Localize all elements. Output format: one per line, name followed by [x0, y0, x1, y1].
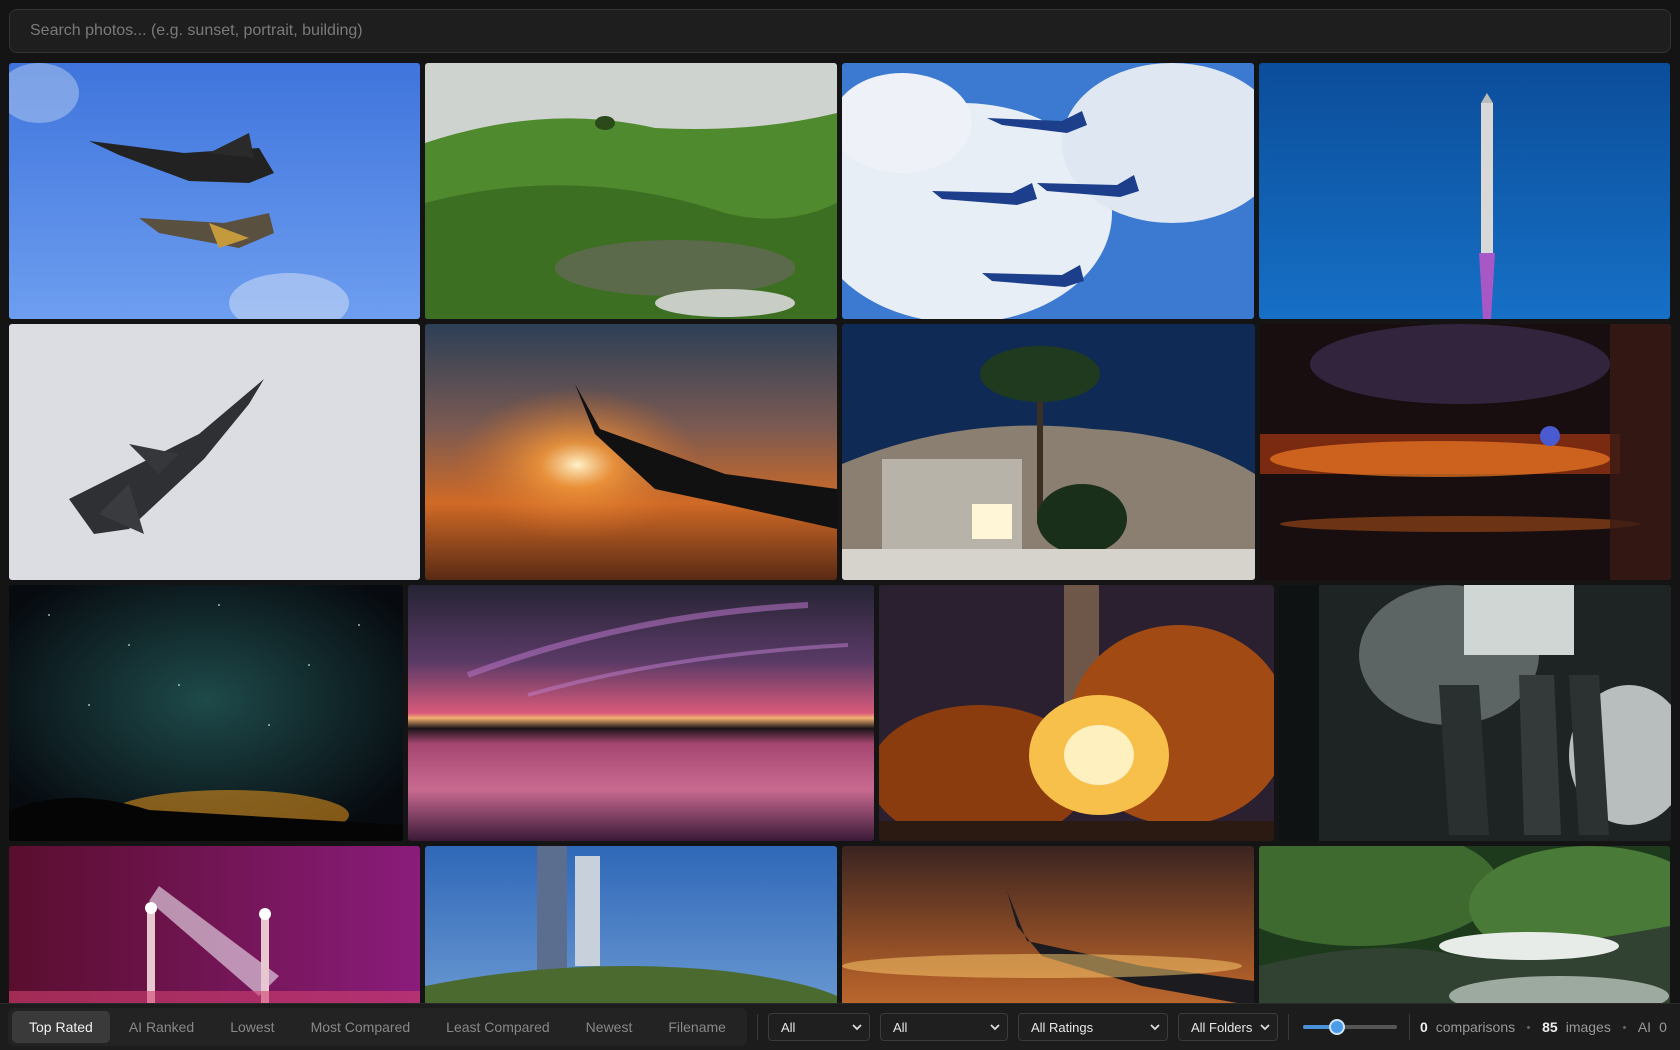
- photo-tile[interactable]: [1259, 846, 1670, 1003]
- filter-select-1[interactable]: All: [767, 1013, 870, 1041]
- chevron-down-icon: [1150, 1024, 1160, 1031]
- sort-ai-ranked[interactable]: AI Ranked: [112, 1011, 211, 1043]
- photo-jets-formation-blue-sky: [9, 63, 420, 319]
- sort-filename[interactable]: Filename: [651, 1011, 743, 1043]
- photo-tile[interactable]: [842, 846, 1254, 1003]
- photo-tile[interactable]: [425, 324, 837, 580]
- photo-palm-tree-building-night: [842, 324, 1255, 580]
- sort-top-rated[interactable]: Top Rated: [12, 1011, 110, 1043]
- ai-count: 0: [1659, 1019, 1667, 1035]
- photo-airplane-wing-sunset: [425, 324, 837, 580]
- comparisons-stat: 0 comparisons: [1420, 1019, 1515, 1035]
- comparisons-count: 0: [1419, 1019, 1428, 1035]
- sort-lowest[interactable]: Lowest: [213, 1011, 291, 1043]
- photo-launch-tower-hill: [425, 846, 837, 1003]
- photo-tile[interactable]: [425, 63, 837, 319]
- bottom-toolbar: Top Rated AI Ranked Lowest Most Compared…: [0, 1003, 1680, 1050]
- divider: [1408, 1014, 1410, 1040]
- photo-city-lights-window: [1260, 324, 1671, 580]
- photo-tile[interactable]: [842, 63, 1254, 319]
- comparisons-label: comparisons: [1435, 1019, 1516, 1035]
- filter-select-2[interactable]: All: [879, 1013, 1008, 1041]
- photo-tile[interactable]: [1260, 324, 1671, 580]
- photo-milky-way-night-sky: [9, 585, 403, 841]
- filter-select-1-value: All: [780, 1019, 796, 1035]
- ai-stat: AI 0: [1638, 1019, 1667, 1035]
- photo-wing-over-city-night: [842, 846, 1254, 1003]
- photo-tile[interactable]: [9, 324, 420, 580]
- photo-tile[interactable]: [9, 63, 420, 319]
- photo-tile[interactable]: [408, 585, 874, 841]
- photo-tile[interactable]: [9, 585, 403, 841]
- photo-thunderbirds-formation: [842, 63, 1254, 319]
- search-bar: [9, 9, 1671, 53]
- ratings-select-value: All Ratings: [1030, 1019, 1094, 1035]
- photo-green-hills-pond: [425, 63, 837, 319]
- photo-tile[interactable]: [9, 846, 420, 1003]
- photo-tile[interactable]: [879, 585, 1274, 841]
- chevron-down-icon: [990, 1024, 1000, 1031]
- photo-launch-tower-steam: [1279, 585, 1671, 841]
- photo-purple-sunset-lake: [408, 585, 874, 841]
- photo-tile[interactable]: [1279, 585, 1671, 841]
- photo-rocket-launch-fire: [879, 585, 1274, 841]
- sort-least-compared[interactable]: Least Compared: [429, 1011, 567, 1043]
- photo-rocket-launch-blue-sky: [1259, 63, 1670, 319]
- sort-tabs: Top Rated AI Ranked Lowest Most Compared…: [8, 1008, 747, 1046]
- photo-fighter-jet-grey-sky: [9, 324, 420, 580]
- photo-grid: [9, 63, 1671, 1003]
- divider: [1287, 1014, 1289, 1040]
- chevron-down-icon: [1260, 1024, 1270, 1031]
- slider-thumb[interactable]: [1328, 1019, 1345, 1035]
- folders-select[interactable]: All Folders: [1177, 1013, 1278, 1041]
- photo-forest-waterfall: [1259, 846, 1670, 1003]
- ratings-select[interactable]: All Ratings: [1017, 1013, 1168, 1041]
- filter-select-2-value: All: [892, 1019, 908, 1035]
- search-input[interactable]: [10, 10, 1670, 52]
- photo-tile[interactable]: [1259, 63, 1670, 319]
- chevron-down-icon: [852, 1024, 862, 1031]
- images-stat: 85 images: [1542, 1019, 1611, 1035]
- separator-dot: [1622, 1025, 1626, 1029]
- ai-label: AI: [1637, 1019, 1652, 1035]
- sort-newest[interactable]: Newest: [569, 1011, 650, 1043]
- photo-launch-pad-night-lights: [9, 846, 420, 1003]
- separator-dot: [1527, 1025, 1531, 1029]
- photo-tile[interactable]: [425, 846, 837, 1003]
- thumbnail-size-slider[interactable]: [1302, 1017, 1397, 1037]
- sort-most-compared[interactable]: Most Compared: [294, 1011, 428, 1043]
- images-count: 85: [1542, 1019, 1558, 1035]
- folders-select-value: All Folders: [1190, 1019, 1253, 1035]
- images-label: images: [1565, 1019, 1611, 1035]
- divider: [756, 1014, 758, 1040]
- photo-tile[interactable]: [842, 324, 1255, 580]
